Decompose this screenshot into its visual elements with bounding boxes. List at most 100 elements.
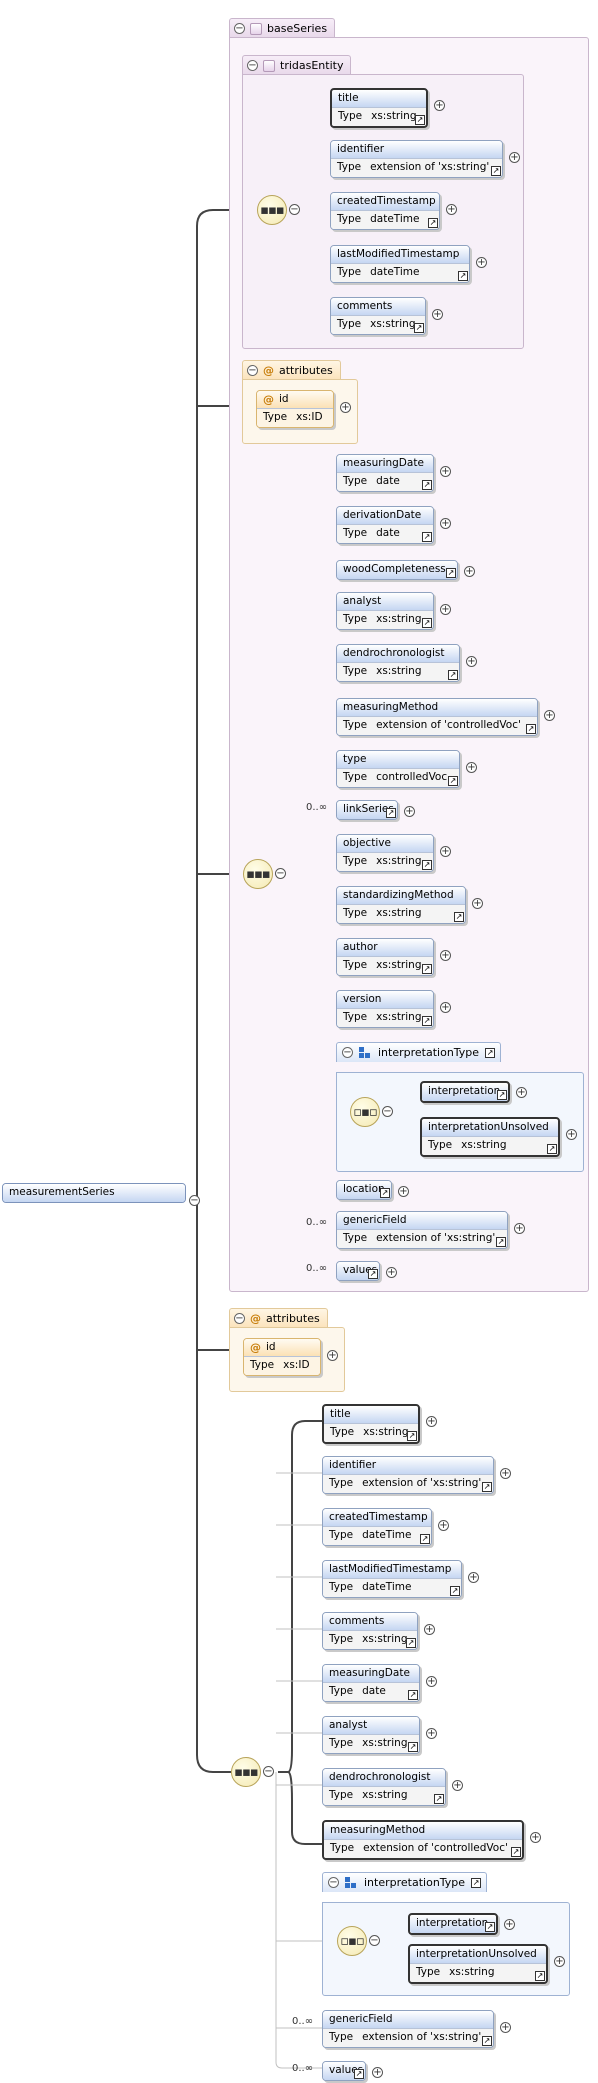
link-arrow-icon[interactable]: ↗ <box>408 1690 418 1700</box>
link-arrow-icon[interactable]: ↗ <box>458 271 468 281</box>
complex-type-header[interactable]: − interpretationType ↗ <box>322 1872 488 1892</box>
element-node-standardizingMethod[interactable]: standardizingMethod Type xs:string ↗ <box>336 886 466 924</box>
complex-type-header[interactable]: − interpretationType ↗ <box>336 1042 502 1062</box>
collapse-icon[interactable]: − <box>289 204 300 215</box>
expand-icon[interactable]: + <box>566 1129 577 1140</box>
expand-icon[interactable]: + <box>500 1468 511 1479</box>
collapse-icon[interactable]: − <box>189 1195 200 1206</box>
link-arrow-icon[interactable]: ↗ <box>422 964 432 974</box>
element-node-genericField[interactable]: genericField Type extension of 'xs:string'… <box>322 2010 494 2048</box>
link-arrow-icon[interactable]: ↗ <box>526 724 536 734</box>
expand-icon[interactable]: + <box>530 1832 541 1843</box>
expand-icon[interactable]: + <box>440 950 451 961</box>
expand-icon[interactable]: + <box>434 100 445 111</box>
element-node-linkSeries[interactable]: linkSeries ↗ <box>336 800 398 820</box>
expand-icon[interactable]: + <box>466 656 477 667</box>
element-node-comments[interactable]: comments Type xs:string ↗ <box>330 297 426 335</box>
collapse-icon[interactable]: − <box>328 1877 339 1888</box>
expand-icon[interactable]: + <box>327 1350 338 1361</box>
link-arrow-icon[interactable]: ↗ <box>434 1794 444 1804</box>
element-node-lastModifiedTimestamp[interactable]: lastModifiedTimestamp Type dateTime ↗ <box>322 1560 462 1598</box>
element-node-identifier[interactable]: identifier Type extension of 'xs:string' ↗ <box>322 1456 494 1494</box>
expand-icon[interactable]: + <box>472 898 483 909</box>
element-node-analyst[interactable]: analyst Type xs:string ↗ <box>336 592 434 630</box>
link-arrow-icon[interactable]: ↗ <box>422 532 432 542</box>
element-node-analyst[interactable]: analyst Type xs:string ↗ <box>322 1716 420 1754</box>
expand-icon[interactable]: + <box>440 466 451 477</box>
element-node-measurementSeries[interactable]: measurementSeries <box>2 1183 186 1203</box>
expand-icon[interactable]: + <box>398 1186 409 1197</box>
sequence-compositor-icon[interactable]: ▪▪▪ <box>231 1757 261 1787</box>
group-header[interactable]: − @ attributes <box>229 1308 328 1328</box>
element-node-interpretation[interactable]: interpretation ↗ <box>420 1081 510 1103</box>
collapse-icon[interactable]: − <box>342 1047 353 1058</box>
expand-icon[interactable]: + <box>386 1267 397 1278</box>
link-arrow-icon[interactable]: ↗ <box>422 480 432 490</box>
link-arrow-icon[interactable]: ↗ <box>535 1971 545 1981</box>
expand-icon[interactable]: + <box>424 1624 435 1635</box>
element-node-type[interactable]: type Type controlledVoc ↗ <box>336 750 460 788</box>
element-node-dendrochronologist[interactable]: dendrochronologist Type xs:string ↗ <box>322 1768 446 1806</box>
expand-icon[interactable]: + <box>468 1572 479 1583</box>
collapse-icon[interactable]: − <box>234 23 245 34</box>
link-arrow-icon[interactable]: ↗ <box>496 1237 506 1247</box>
link-arrow-icon[interactable]: ↗ <box>407 1431 417 1441</box>
choice-compositor-icon[interactable]: ▫▪▫ <box>337 1926 367 1956</box>
element-node-title[interactable]: title Type xs:string ↗ <box>330 88 428 128</box>
link-arrow-icon[interactable]: ↗ <box>354 2069 364 2079</box>
link-arrow-icon[interactable]: ↗ <box>511 1847 521 1857</box>
expand-icon[interactable]: + <box>544 710 555 721</box>
expand-icon[interactable]: + <box>504 1919 515 1930</box>
expand-icon[interactable]: + <box>446 204 457 215</box>
collapse-icon[interactable]: − <box>247 60 258 71</box>
link-arrow-icon[interactable]: ↗ <box>454 912 464 922</box>
element-node-measuringMethod[interactable]: measuringMethod Type extension of 'control… <box>322 1820 524 1860</box>
expand-icon[interactable]: + <box>440 604 451 615</box>
element-node-lastModifiedTimestamp[interactable]: lastModifiedTimestamp Type dateTime ↗ <box>330 245 470 283</box>
collapse-icon[interactable]: − <box>247 365 258 376</box>
link-arrow-icon[interactable]: ↗ <box>547 1144 557 1154</box>
expand-icon[interactable]: + <box>440 1002 451 1013</box>
link-arrow-icon[interactable]: ↗ <box>422 1016 432 1026</box>
link-arrow-icon[interactable]: ↗ <box>448 776 458 786</box>
group-header[interactable]: − tridasEntity <box>242 55 352 75</box>
link-arrow-icon[interactable]: ↗ <box>380 1188 390 1198</box>
link-arrow-icon[interactable]: ↗ <box>491 166 501 176</box>
expand-icon[interactable]: + <box>464 566 475 577</box>
expand-icon[interactable]: + <box>466 762 477 773</box>
element-node-measuringDate[interactable]: measuringDate Type date ↗ <box>322 1664 420 1702</box>
expand-icon[interactable]: + <box>516 1087 527 1098</box>
element-node-dendrochronologist[interactable]: dendrochronologist Type xs:string ↗ <box>336 644 460 682</box>
expand-icon[interactable]: + <box>476 257 487 268</box>
link-arrow-icon[interactable]: ↗ <box>446 568 456 578</box>
element-node-identifier[interactable]: identifier Type extension of 'xs:string' ↗ <box>330 140 503 178</box>
element-node-location[interactable]: location ↗ <box>336 1180 392 1200</box>
attribute-node[interactable]: @ id Type xs:ID <box>256 390 334 428</box>
group-header[interactable]: − baseSeries <box>229 18 336 38</box>
expand-icon[interactable]: + <box>426 1728 437 1739</box>
link-arrow-icon[interactable]: ↗ <box>485 1922 495 1932</box>
link-arrow-icon[interactable]: ↗ <box>422 860 432 870</box>
link-arrow-icon[interactable]: ↗ <box>497 1090 507 1100</box>
expand-icon[interactable]: + <box>440 846 451 857</box>
expand-icon[interactable]: + <box>340 402 351 413</box>
link-arrow-icon[interactable]: ↗ <box>482 1482 492 1492</box>
link-arrow-icon[interactable]: ↗ <box>482 2036 492 2046</box>
link-arrow-icon[interactable]: ↗ <box>415 115 425 125</box>
expand-icon[interactable]: + <box>432 309 443 320</box>
expand-icon[interactable]: + <box>426 1676 437 1687</box>
link-arrow-icon[interactable]: ↗ <box>450 1586 460 1596</box>
expand-icon[interactable]: + <box>509 152 520 163</box>
collapse-icon[interactable]: − <box>382 1106 393 1117</box>
expand-icon[interactable]: + <box>426 1416 437 1427</box>
choice-compositor-icon[interactable]: ▫▪▫ <box>350 1097 380 1127</box>
link-arrow-icon[interactable]: ↗ <box>471 1877 482 1888</box>
link-arrow-icon[interactable]: ↗ <box>406 1638 416 1648</box>
element-node-interpretationUnsolved[interactable]: interpretationUnsolved Type xs:string ↗ <box>420 1117 560 1157</box>
collapse-icon[interactable]: − <box>234 1313 245 1324</box>
expand-icon[interactable]: + <box>554 1956 565 1967</box>
collapse-icon[interactable]: − <box>263 1766 274 1777</box>
element-node-author[interactable]: author Type xs:string ↗ <box>336 938 434 976</box>
link-arrow-icon[interactable]: ↗ <box>414 323 424 333</box>
element-node-interpretationUnsolved[interactable]: interpretationUnsolved Type xs:string ↗ <box>408 1944 548 1984</box>
